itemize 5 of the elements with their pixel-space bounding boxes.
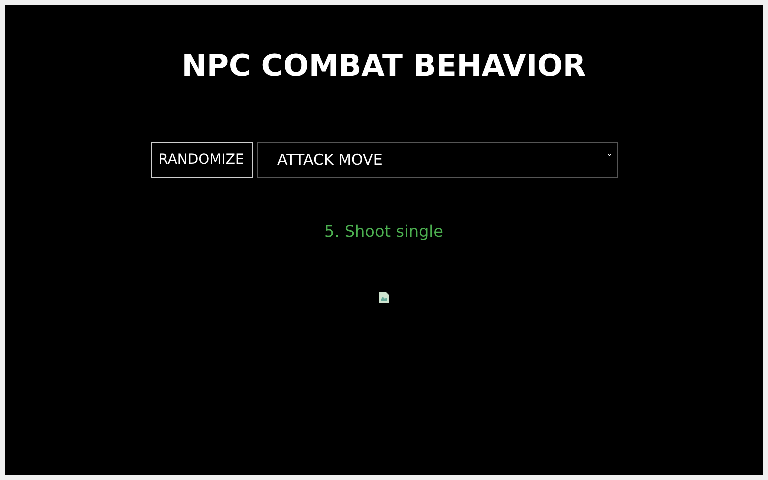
result-text: 5. Shoot single bbox=[324, 221, 444, 243]
randomize-button[interactable]: RANDOMIZE bbox=[150, 142, 252, 178]
page-title: NPC COMBAT BEHAVIOR bbox=[182, 48, 586, 86]
behavior-select[interactable]: ATTACK MOVE ˇ bbox=[256, 142, 618, 178]
broken-image-icon bbox=[379, 292, 389, 303]
